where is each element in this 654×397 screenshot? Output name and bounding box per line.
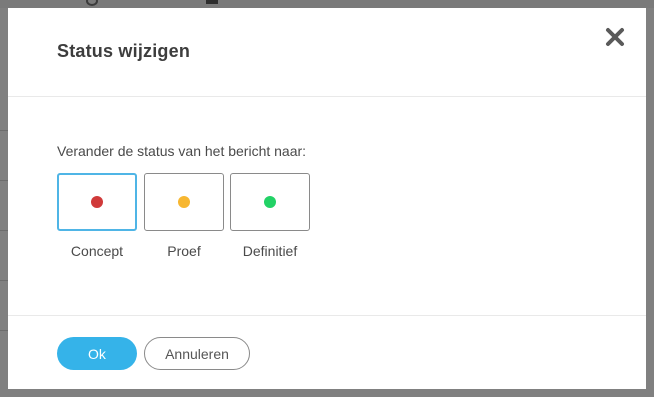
background-divider: [0, 230, 8, 231]
ok-button[interactable]: Ok: [57, 337, 137, 370]
status-dialog: Status wijzigen Verander de status van h…: [8, 8, 646, 389]
background-toolbar: [0, 0, 654, 8]
status-label: Concept: [70, 243, 124, 259]
status-prompt: Verander de status van het bericht naar:: [57, 143, 307, 159]
dialog-body: Verander de status van het bericht naar:…: [8, 97, 646, 315]
dialog-footer: Ok Annuleren: [8, 315, 646, 389]
orange-status-dot: [178, 196, 190, 208]
status-box[interactable]: [230, 173, 310, 231]
status-label: Proef: [167, 243, 201, 259]
green-status-dot: [264, 196, 276, 208]
status-option-proef[interactable]: Proef: [144, 173, 226, 260]
dialog-title: Status wijzigen: [57, 41, 191, 61]
close-icon: [606, 28, 624, 46]
status-label: Definitief: [242, 243, 298, 259]
background-divider: [0, 280, 8, 281]
background-divider: [0, 180, 8, 181]
dialog-header: Status wijzigen: [8, 8, 646, 97]
red-status-dot: [91, 196, 103, 208]
status-box[interactable]: [144, 173, 224, 231]
close-button[interactable]: [604, 26, 626, 48]
status-option-definitief[interactable]: Definitief: [230, 173, 312, 260]
background-divider: [0, 330, 8, 331]
background-divider: [0, 130, 8, 131]
square-icon: [206, 0, 218, 4]
status-option-concept[interactable]: Concept: [57, 173, 139, 260]
status-box[interactable]: [57, 173, 137, 231]
cancel-button[interactable]: Annuleren: [144, 337, 250, 370]
